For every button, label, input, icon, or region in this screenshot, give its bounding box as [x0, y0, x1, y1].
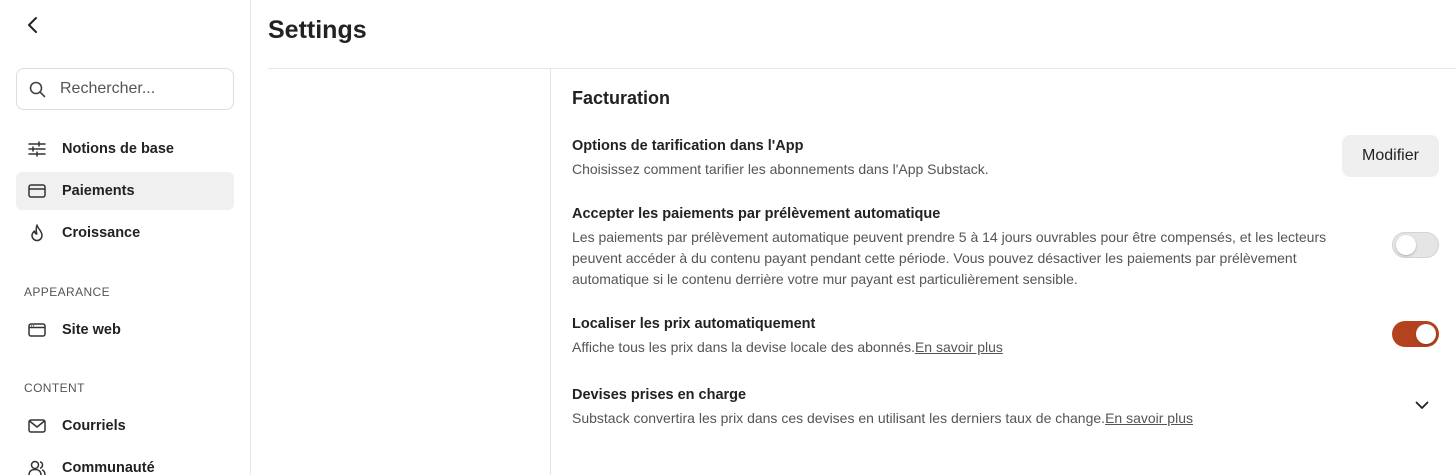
setting-description: Affiche tous les prix dans la devise loc…: [572, 337, 1352, 358]
sidebar-item-label: Croissance: [62, 225, 141, 241]
localize-prices-toggle[interactable]: [1392, 321, 1439, 347]
setting-description: Les paiements par prélèvement automatiqu…: [572, 229, 1327, 287]
sidebar-item-emails[interactable]: Courriels: [16, 407, 234, 445]
setting-in-app-pricing: Options de tarification dans l'App Chois…: [572, 137, 1352, 180]
sliders-icon: [27, 139, 47, 159]
setting-description: Substack convertira les prix dans ces de…: [572, 408, 1352, 429]
billing-section: Facturation Options de tarification dans…: [572, 69, 1456, 475]
credit-card-icon: [27, 181, 47, 201]
chevron-left-icon: [28, 17, 37, 33]
chevron-down-icon: [1415, 401, 1429, 409]
expand-currencies-button[interactable]: [1412, 395, 1432, 415]
setting-title: Accepter les paiements par prélèvement a…: [572, 206, 941, 222]
flame-icon: [27, 223, 47, 243]
search-box[interactable]: [16, 68, 234, 110]
sidebar: Notions de base Paiements Croissance APP…: [0, 0, 251, 475]
learn-more-link[interactable]: En savoir plus: [1105, 410, 1193, 426]
sidebar-item-label: Notions de base: [62, 141, 174, 157]
sidebar-item-website[interactable]: Site web: [16, 311, 234, 349]
description-text: Affiche tous les prix dans la devise loc…: [572, 339, 915, 355]
setting-title: Localiser les prix automatiquement: [572, 316, 816, 332]
users-icon: [27, 458, 47, 475]
setting-localize-prices: Localiser les prix automatiquement Affic…: [572, 315, 1352, 358]
description-text: Substack convertira les prix dans ces de…: [572, 410, 1106, 426]
sidebar-item-payments[interactable]: Paiements: [16, 172, 234, 210]
browser-window-icon: [27, 320, 47, 340]
section-label-appearance: APPEARANCE: [24, 285, 111, 299]
page-title: Settings: [268, 16, 367, 44]
setting-title: Options de tarification dans l'App: [572, 138, 804, 154]
search-icon: [29, 81, 46, 97]
toggle-knob: [1416, 324, 1436, 344]
setting-title: Devises prises en charge: [572, 387, 747, 403]
toggle-knob: [1396, 235, 1416, 255]
sidebar-item-label: Courriels: [62, 418, 126, 434]
learn-more-link[interactable]: En savoir plus: [915, 339, 1003, 355]
settings-app: Notions de base Paiements Croissance APP…: [0, 0, 1456, 475]
setting-direct-debit: Accepter les paiements par prélèvement a…: [572, 205, 1347, 290]
mail-icon: [27, 416, 47, 436]
content-divider: [550, 69, 551, 475]
setting-description: Choisissez comment tarifier les abonneme…: [572, 161, 989, 177]
section-label-content: CONTENT: [24, 381, 85, 395]
search-input[interactable]: [60, 80, 220, 98]
sidebar-item-community[interactable]: Communauté: [16, 449, 234, 475]
modify-button[interactable]: Modifier: [1342, 135, 1439, 177]
section-title: Facturation: [572, 88, 671, 108]
sidebar-item-growth[interactable]: Croissance: [16, 214, 234, 252]
sidebar-item-label: Site web: [62, 322, 121, 338]
back-button[interactable]: [22, 14, 44, 36]
direct-debit-toggle[interactable]: [1392, 232, 1439, 258]
setting-supported-currencies: Devises prises en charge Substack conver…: [572, 386, 1352, 429]
sidebar-item-basics[interactable]: Notions de base: [16, 130, 234, 168]
sidebar-item-label: Paiements: [62, 183, 135, 199]
sidebar-item-label: Communauté: [62, 460, 155, 475]
